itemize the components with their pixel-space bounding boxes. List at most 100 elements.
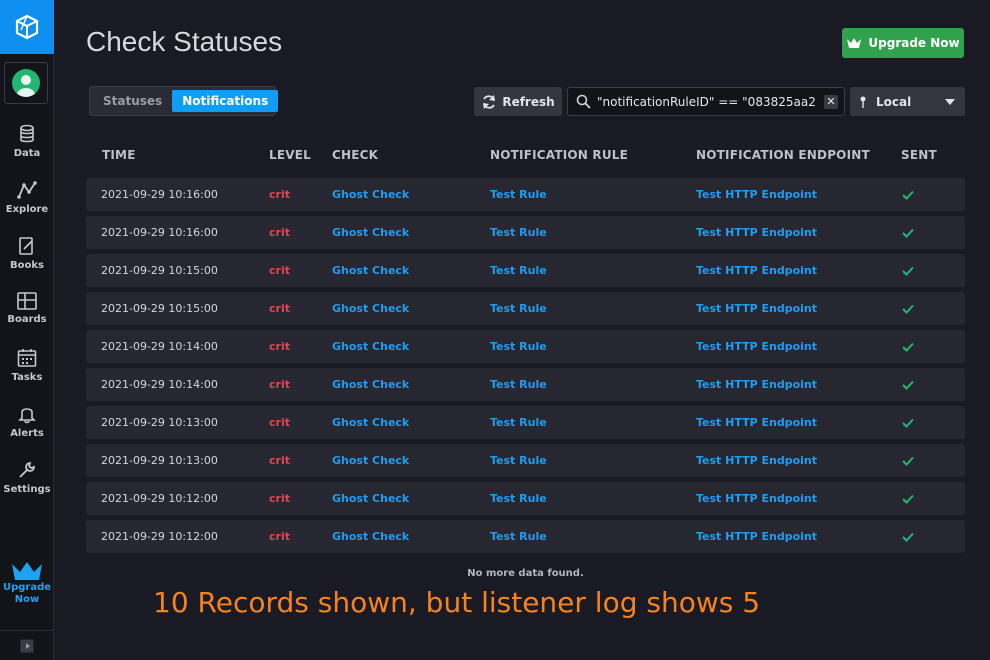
avatar (12, 69, 40, 97)
table-row: 2021-09-29 10:12:00 crit Ghost Check Tes… (86, 520, 965, 553)
rule-link[interactable]: Test Rule (490, 368, 547, 401)
chevron-down-icon (945, 98, 955, 105)
check-link[interactable]: Ghost Check (332, 444, 409, 477)
time-cell: 2021-09-29 10:13:00 (101, 416, 218, 429)
level-cell: crit (269, 264, 290, 277)
refresh-label: Refresh (502, 94, 555, 109)
sent-cell (902, 520, 914, 553)
check-icon (902, 380, 914, 390)
table-row: 2021-09-29 10:12:00 crit Ghost Check Tes… (86, 482, 965, 515)
time-cell: 2021-09-29 10:13:00 (101, 454, 218, 467)
check-icon (902, 266, 914, 276)
check-icon (902, 494, 914, 504)
check-icon (902, 418, 914, 428)
sidebar-item-data[interactable]: Data (0, 124, 54, 174)
time-cell: 2021-09-29 10:15:00 (101, 264, 218, 277)
check-link[interactable]: Ghost Check (332, 254, 409, 287)
level-cell: crit (269, 416, 290, 429)
level-cell: crit (269, 226, 290, 239)
level-cell: crit (269, 492, 290, 505)
endpoint-link[interactable]: Test HTTP Endpoint (696, 444, 817, 477)
sent-cell (902, 330, 914, 363)
sent-cell (902, 178, 914, 211)
check-link[interactable]: Ghost Check (332, 178, 409, 211)
sidebar-collapse-button[interactable] (0, 630, 54, 660)
tab-notifications[interactable]: Notifications (172, 90, 279, 112)
rule-link[interactable]: Test Rule (490, 178, 547, 211)
pin-icon (860, 96, 866, 108)
table-row: 2021-09-29 10:16:00 crit Ghost Check Tes… (86, 216, 965, 249)
time-cell: 2021-09-29 10:14:00 (101, 340, 218, 353)
app-logo[interactable] (0, 0, 54, 54)
check-link[interactable]: Ghost Check (332, 216, 409, 249)
endpoint-link[interactable]: Test HTTP Endpoint (696, 406, 817, 439)
sidebar-item-label: Tasks (11, 372, 43, 383)
search-input[interactable] (597, 94, 824, 109)
rule-link[interactable]: Test Rule (490, 406, 547, 439)
check-link[interactable]: Ghost Check (332, 292, 409, 325)
check-link[interactable]: Ghost Check (332, 520, 409, 553)
upgrade-label-line1: Upgrade (2, 582, 52, 593)
sidebar-item-label: Data (13, 148, 41, 159)
status-type-toggle: Statuses Notifications (89, 86, 279, 116)
table-row: 2021-09-29 10:14:00 crit Ghost Check Tes… (86, 330, 965, 363)
crown-icon (847, 38, 862, 48)
column-header-time: TIME (102, 148, 136, 162)
level-cell: crit (269, 188, 290, 201)
user-avatar-button[interactable] (4, 62, 48, 104)
dashboard-icon (17, 292, 37, 310)
check-link[interactable]: Ghost Check (332, 368, 409, 401)
rule-link[interactable]: Test Rule (490, 292, 547, 325)
rule-link[interactable]: Test Rule (490, 482, 547, 515)
clear-search-button[interactable]: ✕ (824, 94, 838, 109)
level-cell: crit (269, 378, 290, 391)
endpoint-link[interactable]: Test HTTP Endpoint (696, 330, 817, 363)
column-header-notification-rule: NOTIFICATION RULE (490, 148, 629, 162)
level-cell: crit (269, 340, 290, 353)
endpoint-link[interactable]: Test HTTP Endpoint (696, 216, 817, 249)
sent-cell (902, 482, 914, 515)
endpoint-link[interactable]: Test HTTP Endpoint (696, 178, 817, 211)
endpoint-link[interactable]: Test HTTP Endpoint (696, 292, 817, 325)
level-cell: crit (269, 302, 290, 315)
rule-link[interactable]: Test Rule (490, 444, 547, 477)
rule-link[interactable]: Test Rule (490, 216, 547, 249)
sidebar-item-boards[interactable]: Boards (0, 292, 54, 342)
tab-statuses[interactable]: Statuses (93, 90, 172, 112)
timezone-dropdown[interactable]: Local (850, 87, 965, 116)
rule-link[interactable]: Test Rule (490, 254, 547, 287)
bell-icon (18, 408, 36, 424)
sidebar-item-label: Settings (3, 484, 51, 495)
check-link[interactable]: Ghost Check (332, 406, 409, 439)
refresh-button[interactable]: Refresh (474, 87, 562, 116)
endpoint-link[interactable]: Test HTTP Endpoint (696, 254, 817, 287)
refresh-icon (483, 94, 496, 109)
sidebar-item-books[interactable]: Books (0, 236, 54, 286)
column-header-sent: SENT (901, 148, 937, 162)
rule-link[interactable]: Test Rule (490, 330, 547, 363)
sidebar-upgrade-link[interactable]: Upgrade Now (0, 560, 54, 606)
sidebar-item-label: Explore (5, 204, 49, 215)
sidebar-item-explore[interactable]: Explore (0, 180, 54, 230)
sidebar-item-alerts[interactable]: Alerts (0, 404, 54, 454)
search-field[interactable]: ✕ (567, 87, 845, 116)
endpoint-link[interactable]: Test HTTP Endpoint (696, 482, 817, 515)
sidebar: Data Explore Books Boards Tasks Alerts S… (0, 0, 54, 660)
sidebar-item-settings[interactable]: Settings (0, 460, 54, 510)
calendar-icon (17, 349, 37, 367)
user-icon (17, 75, 35, 97)
rule-link[interactable]: Test Rule (490, 520, 547, 553)
sent-cell (902, 368, 914, 401)
sidebar-item-tasks[interactable]: Tasks (0, 348, 54, 398)
endpoint-link[interactable]: Test HTTP Endpoint (696, 520, 817, 553)
sidebar-item-label: Boards (7, 314, 47, 325)
sent-cell (902, 444, 914, 477)
upgrade-now-button[interactable]: Upgrade Now (842, 28, 964, 58)
level-cell: crit (269, 530, 290, 543)
check-link[interactable]: Ghost Check (332, 330, 409, 363)
endpoint-link[interactable]: Test HTTP Endpoint (696, 368, 817, 401)
check-link[interactable]: Ghost Check (332, 482, 409, 515)
time-cell: 2021-09-29 10:12:00 (101, 530, 218, 543)
no-more-data-message: No more data found. (467, 568, 584, 579)
collapse-icon (20, 639, 34, 652)
